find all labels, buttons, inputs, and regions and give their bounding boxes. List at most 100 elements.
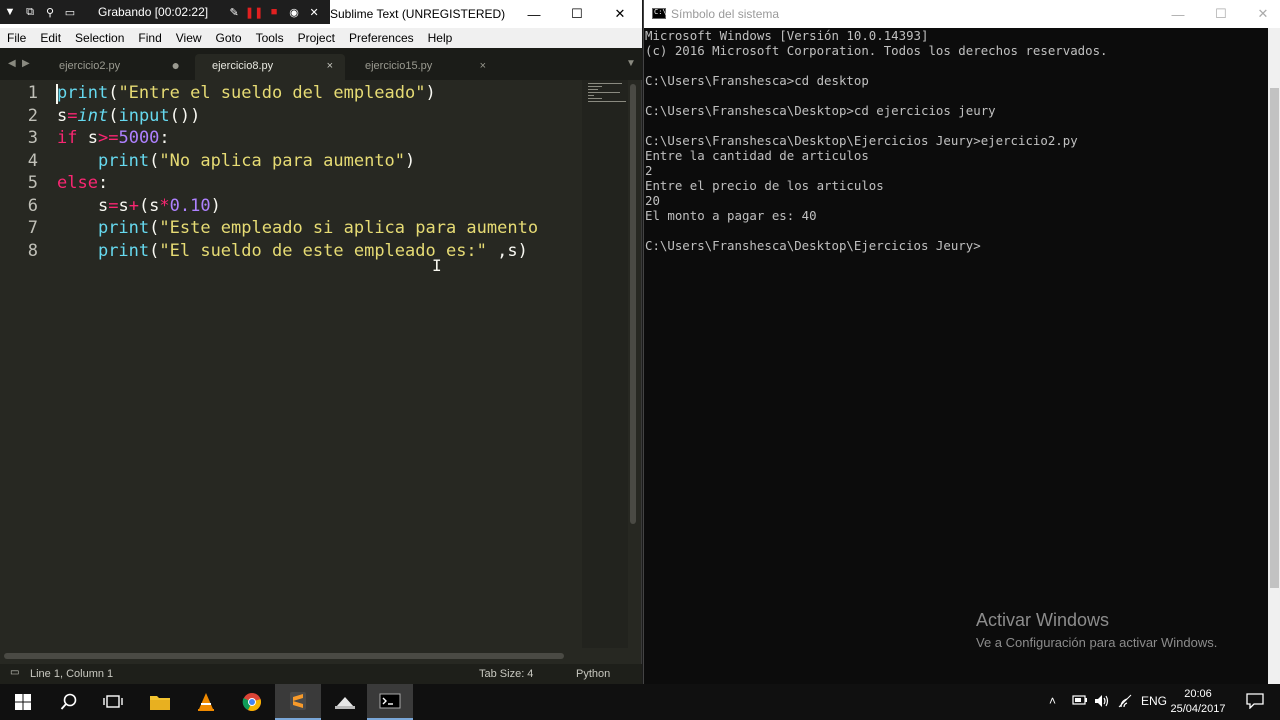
search-icon[interactable]: ⚲ [40, 0, 60, 24]
line-number: 1 [27, 83, 38, 103]
minimap-line [588, 83, 622, 84]
tab-ejercicio2[interactable]: ejercicio2.py ● [42, 54, 192, 80]
pencil-icon[interactable]: ✎ [224, 0, 244, 24]
status-bar: ▭ Line 1, Column 1 Tab Size: 4 Python [0, 664, 642, 684]
tab-size[interactable]: Tab Size: 4 [479, 668, 533, 680]
menu-file[interactable]: File [0, 31, 33, 45]
chrome-icon[interactable] [229, 684, 275, 720]
panel-toggle-icon[interactable]: ▭ [10, 667, 19, 678]
cmd-titlebar: Símbolo del sistema — ☐ ✕ [644, 0, 1280, 28]
show-hidden-icons-icon[interactable]: ˄ [1049, 694, 1056, 708]
minimap-line [588, 89, 598, 90]
cmd-minimize-button[interactable]: — [1156, 0, 1200, 28]
console-line: C:\Users\Franshesca>cd desktop [645, 73, 869, 88]
tab-label: ejercicio8.py [212, 60, 274, 72]
minimap-line [588, 86, 602, 87]
minimap-line [588, 98, 602, 99]
menu-project[interactable]: Project [291, 31, 342, 45]
cmd-scrollbar[interactable] [1268, 28, 1280, 684]
code-line: print("El sueldo de este empleado es:" ,… [97, 241, 528, 261]
console-output[interactable]: Microsoft Windows [Versión 10.0.14393] (… [645, 28, 1265, 253]
close-button[interactable]: ✕ [598, 0, 642, 28]
recording-timer: Grabando [00:02:22] [98, 5, 209, 19]
minimize-button[interactable]: — [512, 0, 556, 28]
vertical-scrollbar[interactable] [630, 84, 636, 524]
text-cursor [56, 84, 58, 104]
minimap-line [588, 92, 620, 93]
console-line: C:\Users\Franshesca\Desktop\Ejercicios J… [645, 133, 1078, 148]
menu-preferences[interactable]: Preferences [342, 31, 421, 45]
activate-windows-watermark: Activar Windows Ve a Configuración para … [976, 610, 1217, 650]
cmd-maximize-button[interactable]: ☐ [1199, 0, 1243, 28]
console-line: C:\Users\Franshesca\Desktop\Ejercicios J… [645, 238, 981, 253]
vlc-icon[interactable] [183, 684, 229, 720]
tab-ejercicio15[interactable]: ejercicio15.py × [348, 54, 498, 80]
console-line: 2 [645, 163, 653, 178]
cloud-app-icon[interactable] [322, 684, 368, 720]
console-line: (c) 2016 Microsoft Corporation. Todos lo… [645, 43, 1108, 58]
tab-next-icon[interactable]: ▶ [22, 58, 30, 69]
start-icon[interactable] [0, 684, 46, 720]
wifi-icon[interactable] [1118, 694, 1134, 711]
menu-goto[interactable]: Goto [209, 31, 249, 45]
task-view-icon[interactable] [90, 684, 136, 720]
language-indicator[interactable]: ENG [1141, 694, 1167, 708]
command-prompt-window: Símbolo del sistema — ☐ ✕ Microsoft Wind… [643, 0, 1280, 684]
pause-icon[interactable]: ❚❚ [244, 0, 264, 24]
notifications-icon[interactable] [1246, 693, 1264, 712]
cursor-position: Line 1, Column 1 [30, 668, 114, 680]
tab-close-icon[interactable]: × [480, 60, 486, 72]
command-prompt-taskbar-icon[interactable] [367, 684, 413, 720]
region-icon[interactable]: ▭ [60, 0, 80, 24]
cmd-close-button[interactable]: ✕ [1241, 0, 1280, 28]
menu-selection[interactable]: Selection [68, 31, 131, 45]
menu-bar: File Edit Selection Find View Goto Tools… [0, 28, 642, 48]
stop-icon[interactable]: ■ [264, 0, 284, 24]
horizontal-scrollbar[interactable] [4, 653, 564, 659]
modified-dot-icon[interactable]: ● [172, 57, 180, 73]
console-line: C:\Users\Franshesca\Desktop>cd ejercicio… [645, 103, 996, 118]
tab-prev-icon[interactable]: ◀ [8, 58, 16, 69]
menu-help[interactable]: Help [421, 31, 460, 45]
menu-edit[interactable]: Edit [33, 31, 68, 45]
tab-list-icon[interactable]: ▼ [626, 58, 636, 69]
clock-time: 20:06 [1184, 688, 1212, 700]
watermark-subtitle: Ve a Configuración para activar Windows. [976, 635, 1218, 650]
close-recorder-icon[interactable]: ✕ [304, 0, 324, 24]
camera-icon[interactable]: ◉ [284, 0, 304, 24]
menu-tools[interactable]: Tools [249, 31, 291, 45]
tab-close-icon[interactable]: × [327, 60, 333, 72]
code-editor[interactable]: print("Entre el sueldo del empleado") s=… [57, 80, 582, 660]
line-number: 2 [27, 106, 38, 126]
minimap-line [588, 101, 626, 102]
ibeam-cursor-icon: I [432, 256, 442, 275]
menu-find[interactable]: Find [131, 31, 168, 45]
window-icon[interactable]: ⧉ [20, 0, 40, 24]
cmd-app-icon [652, 8, 667, 19]
tab-ejercicio8[interactable]: ejercicio8.py × [195, 54, 345, 80]
syntax-mode[interactable]: Python [576, 668, 610, 680]
volume-icon[interactable] [1094, 694, 1110, 711]
tab-label: ejercicio15.py [365, 60, 433, 72]
code-line: s=s+(s*0.10) [57, 196, 221, 216]
menu-view[interactable]: View [169, 31, 209, 45]
file-explorer-icon[interactable] [137, 684, 183, 720]
maximize-button[interactable]: ☐ [555, 0, 599, 28]
console-line: Entre el precio de los articulos [645, 178, 884, 193]
battery-icon[interactable] [1072, 694, 1088, 709]
line-number: 3 [27, 128, 38, 148]
dropdown-icon[interactable]: ▼ [0, 0, 20, 24]
cmd-scroll-thumb[interactable] [1270, 88, 1279, 588]
clock[interactable]: 20:06 25/04/2017 [1168, 687, 1228, 717]
recorder-toolbar: ▼ ⧉ ⚲ ▭ Grabando [00:02:22] ✎ ❚❚ ■ ◉ ✕ [0, 0, 330, 24]
code-line: print("No aplica para aumento") [97, 151, 416, 171]
sublime-taskbar-icon[interactable] [275, 684, 321, 720]
clock-date: 25/04/2017 [1170, 703, 1226, 715]
code-line: if s>=5000: [57, 128, 170, 148]
minimap[interactable] [582, 80, 628, 648]
search-icon[interactable] [46, 684, 92, 720]
line-number: 6 [27, 196, 38, 216]
